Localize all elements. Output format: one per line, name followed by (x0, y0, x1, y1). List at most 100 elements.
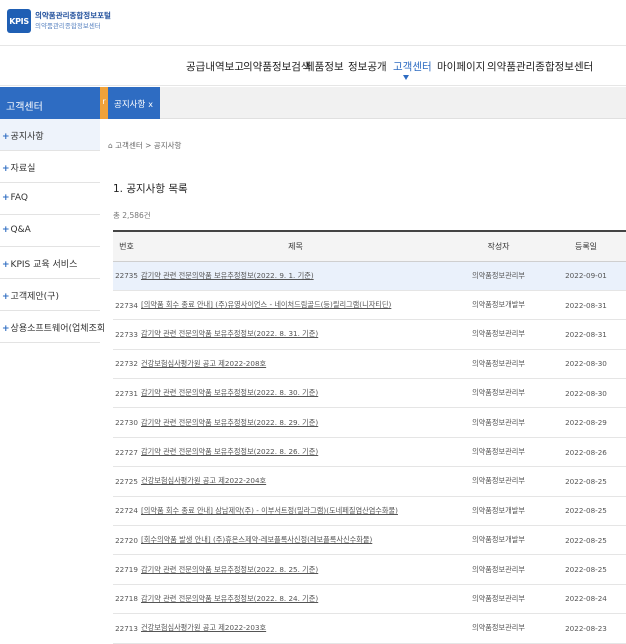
sidebar-item-notice[interactable]: +공지사항 (0, 119, 100, 151)
row-title-link[interactable]: 건강보험심사평가원 공고 제2022-204호 (140, 466, 451, 497)
plus-icon: + (2, 164, 10, 174)
row-number: 22713 (113, 613, 140, 644)
row-author: 의약품정보개발부 (451, 496, 546, 527)
home-icon[interactable]: ⌂ (108, 141, 113, 150)
site-header: KPIS 의약품관리종합정보포털 의약품관리종합정보센터 (0, 0, 626, 46)
plus-icon: + (2, 132, 10, 142)
row-title-link[interactable]: 감기약 관련 전문의약품 보유추정정보(2022. 8. 25. 기준) (140, 554, 451, 585)
row-date: 2022-08-26 (546, 437, 626, 468)
sidebar-item-software[interactable]: +상용소프트웨어(업체조회 (0, 311, 105, 343)
table-row[interactable]: 22718 감기약 관련 전문의약품 보유추정정보(2022. 8. 24. 기준… (113, 584, 626, 615)
total-count: 총 2,586건 (113, 211, 151, 220)
header-author[interactable]: 작성자 (451, 230, 546, 262)
site-logo[interactable]: KPIS 의약품관리종합정보포털 의약품관리종합정보센터 (7, 9, 111, 33)
row-author: 의약품정보관리부 (451, 466, 546, 497)
table-row[interactable]: 22719 감기약 관련 전문의약품 보유추정정보(2022. 8. 25. 기준… (113, 554, 626, 585)
row-title-link[interactable]: [회수의약품 발생 안내] (주)휴온스제약-레보플록사신정(레보플록사신수화물… (140, 525, 451, 556)
table-row[interactable]: 22713 건강보험심사평가원 공고 제2022-203호 의약품정보관리부 2022… (113, 613, 626, 644)
table-row[interactable]: 22731 감기약 관련 전문의약품 보유추정정보(2022. 8. 30. 기준… (113, 378, 626, 409)
sidebar: 고객센터 +공지사항 +자료실 +FAQ +Q&A +KPIS 교육 서비스 +… (0, 87, 105, 644)
global-nav: 공급내역보고 의약품정보검색 제품정보 정보공개 고객센터 마이페이지 의약품관… (0, 46, 626, 86)
sidebar-title: 고객센터 (0, 87, 100, 119)
sidebar-item-label: 공지사항 (10, 132, 44, 142)
row-date: 2022-09-01 (546, 261, 626, 291)
plus-icon: + (2, 193, 10, 203)
tab-handle[interactable]: r (100, 87, 108, 119)
row-title-link[interactable]: 감기약 관련 전문의약품 보유추정정보(2022. 8. 30. 기준) (140, 378, 451, 409)
row-author: 의약품정보관리부 (451, 584, 546, 615)
row-number: 22724 (113, 496, 140, 527)
gnb-management-center[interactable]: 의약품관리종합정보센터 (487, 59, 593, 74)
notice-table: 번호 제목 작성자 등록일 22735 감기약 관련 전문의약품 보유추정정보(2… (113, 230, 626, 644)
row-date: 2022-08-25 (546, 554, 626, 585)
gnb-mypage[interactable]: 마이페이지 (437, 59, 485, 74)
row-author: 의약품정보관리부 (451, 349, 546, 380)
header-no[interactable]: 번호 (113, 230, 140, 262)
tab-notice[interactable]: 공지사항 x (108, 87, 160, 119)
active-caret-icon (403, 75, 409, 80)
table-row[interactable]: 22734 [의약품 회수 종료 안내] (주)유영사이언스 - 네이처드림골드(… (113, 290, 626, 321)
gnb-supply-report[interactable]: 공급내역보고 (186, 59, 244, 74)
row-number: 22719 (113, 554, 140, 585)
sidebar-item-label: 상용소프트웨어(업체조회 (10, 324, 106, 334)
sidebar-item-archive[interactable]: +자료실 (0, 151, 100, 183)
row-title-link[interactable]: 감기약 관련 전문의약품 보유추정정보(2022. 9. 1. 기준) (140, 261, 451, 291)
row-date: 2022-08-30 (546, 378, 626, 409)
table-row[interactable]: 22725 건강보험심사평가원 공고 제2022-204호 의약품정보관리부 2022… (113, 466, 626, 497)
header-title[interactable]: 제목 (140, 230, 451, 262)
table-header-row: 번호 제목 작성자 등록일 (113, 230, 626, 262)
row-title-link[interactable]: 감기약 관련 전문의약품 보유추정정보(2022. 8. 31. 기준) (140, 319, 451, 350)
row-author: 의약품정보개발부 (451, 525, 546, 556)
row-title-link[interactable]: [의약품 회수 종료 안내] 삼남제약(주) - 이부서트정(밀라그램)(도네페… (140, 496, 451, 527)
row-title-link[interactable]: 건강보험심사평가원 공고 제2022-208호 (140, 349, 451, 380)
plus-icon: + (2, 292, 10, 302)
table-row[interactable]: 22732 건강보험심사평가원 공고 제2022-208호 의약품정보관리부 2022… (113, 349, 626, 380)
row-author: 의약품정보관리부 (451, 613, 546, 644)
table-row[interactable]: 22727 감기약 관련 전문의약품 보유추정정보(2022. 8. 26. 기준… (113, 437, 626, 468)
row-title-link[interactable]: 감기약 관련 전문의약품 보유추정정보(2022. 8. 24. 기준) (140, 584, 451, 615)
close-icon[interactable]: x (148, 100, 153, 109)
sidebar-item-qna[interactable]: +Q&A (0, 215, 100, 247)
breadcrumb: ⌂ 고객센터 > 공지사항 (108, 140, 181, 151)
row-date: 2022-08-31 (546, 319, 626, 350)
row-date: 2022-08-30 (546, 349, 626, 380)
row-number: 22725 (113, 466, 140, 497)
tab-strip: r 공지사항 x (100, 87, 626, 119)
row-author: 의약품정보관리부 (451, 407, 546, 438)
sidebar-item-label: 고객제안(구) (10, 292, 59, 302)
row-date: 2022-08-25 (546, 525, 626, 556)
row-number: 22732 (113, 349, 140, 380)
table-row[interactable]: 22735 감기약 관련 전문의약품 보유추정정보(2022. 9. 1. 기준)… (113, 261, 626, 291)
row-date: 2022-08-24 (546, 584, 626, 615)
sidebar-item-education[interactable]: +KPIS 교육 서비스 (0, 247, 100, 279)
row-title-link[interactable]: 감기약 관련 전문의약품 보유추정정보(2022. 8. 29. 기준) (140, 407, 451, 438)
row-date: 2022-08-25 (546, 466, 626, 497)
gnb-product-info[interactable]: 제품정보 (305, 59, 344, 74)
logo-text: 의약품관리종합정보포털 의약품관리종합정보센터 (35, 11, 111, 31)
header-date[interactable]: 등록일 (546, 230, 626, 262)
row-author: 의약품정보관리부 (451, 554, 546, 585)
row-number: 22718 (113, 584, 140, 615)
row-title-link[interactable]: 건강보험심사평가원 공고 제2022-203호 (140, 613, 451, 644)
row-date: 2022-08-25 (546, 496, 626, 527)
table-row[interactable]: 22733 감기약 관련 전문의약품 보유추정정보(2022. 8. 31. 기준… (113, 319, 626, 350)
breadcrumb-path: 고객센터 > 공지사항 (115, 141, 182, 150)
row-title-link[interactable]: 감기약 관련 전문의약품 보유추정정보(2022. 8. 26. 기준) (140, 437, 451, 468)
gnb-drug-search[interactable]: 의약품정보검색 (243, 59, 311, 74)
row-date: 2022-08-29 (546, 407, 626, 438)
row-number: 22727 (113, 437, 140, 468)
row-number: 22731 (113, 378, 140, 409)
logo-line1: 의약품관리종합정보포털 (35, 11, 111, 20)
gnb-customer-center[interactable]: 고객센터 (393, 59, 432, 74)
table-row[interactable]: 22720 [회수의약품 발생 안내] (주)휴온스제약-레보플록사신정(레보플록… (113, 525, 626, 556)
table-row[interactable]: 22730 감기약 관련 전문의약품 보유추정정보(2022. 8. 29. 기준… (113, 407, 626, 438)
logo-mark: KPIS (7, 9, 31, 33)
row-title-link[interactable]: [의약품 회수 종료 안내] (주)유영사이언스 - 네이처드림골드(등)릴리그… (140, 290, 451, 321)
table-row[interactable]: 22724 [의약품 회수 종료 안내] 삼남제약(주) - 이부서트정(밀라그램… (113, 496, 626, 527)
gnb-disclosure[interactable]: 정보공개 (348, 59, 387, 74)
row-author: 의약품정보개발부 (451, 290, 546, 321)
sidebar-item-faq[interactable]: +FAQ (0, 183, 100, 215)
page-title: 1. 공지사항 목록 (113, 183, 188, 195)
sidebar-item-suggestion[interactable]: +고객제안(구) (0, 279, 100, 311)
row-number: 22730 (113, 407, 140, 438)
